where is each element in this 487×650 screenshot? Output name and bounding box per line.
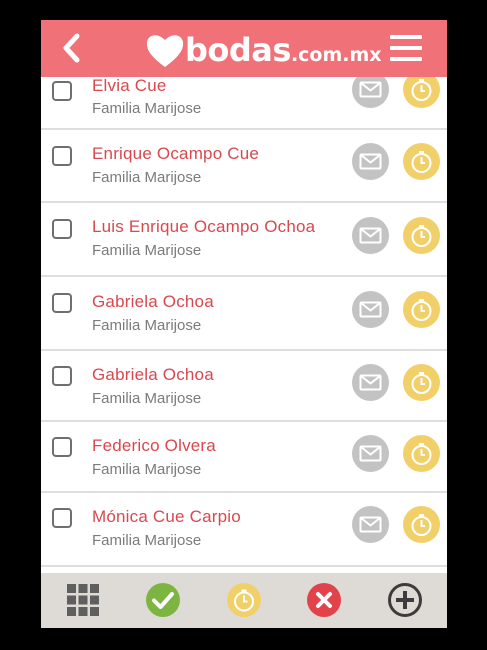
guest-checkbox[interactable] (52, 366, 72, 386)
list-item[interactable]: Luis Enrique Ocampo Ochoa Familia Marijo… (41, 203, 447, 277)
guest-checkbox[interactable] (52, 508, 72, 528)
guest-name[interactable]: Federico Olvera (92, 436, 216, 456)
guest-name[interactable]: Mónica Cue Carpio (92, 507, 241, 527)
bodas-logo: bodas.com.mx (145, 28, 382, 72)
list-item[interactable]: Gabriela Ochoa Familia Marijose (41, 277, 447, 351)
envelope-icon[interactable] (352, 217, 389, 254)
brand-domain: .com.mx (290, 44, 382, 66)
guest-checkbox[interactable] (52, 437, 72, 457)
list-item[interactable]: Mónica Cue Carpio Familia Marijose (41, 493, 447, 567)
guest-name[interactable]: Gabriela Ochoa (92, 292, 214, 312)
list-item[interactable]: Federico Olvera Familia Marijose (41, 422, 447, 493)
guest-group: Familia Marijose (92, 242, 202, 259)
guest-group: Familia Marijose (92, 461, 202, 478)
bottom-toolbar (41, 573, 447, 628)
brand-name: bodas (185, 31, 291, 69)
list-item[interactable]: Enrique Ocampo Cue Familia Marijose (41, 130, 447, 203)
guest-name[interactable]: Gabriela Ochoa (92, 365, 214, 385)
envelope-icon[interactable] (352, 364, 389, 401)
guest-group: Familia Marijose (92, 390, 202, 407)
guest-name[interactable]: Elvia Cue (92, 76, 167, 96)
guest-checkbox[interactable] (52, 81, 72, 101)
stopwatch-icon[interactable] (403, 217, 440, 254)
list-item[interactable]: Gabriela Ochoa Familia Marijose (41, 351, 447, 422)
stopwatch-icon[interactable] (403, 364, 440, 401)
stopwatch-icon[interactable] (403, 435, 440, 472)
guest-group: Familia Marijose (92, 532, 202, 549)
guest-group: Familia Marijose (92, 169, 202, 186)
envelope-icon[interactable] (352, 435, 389, 472)
x-circle-icon[interactable] (306, 582, 342, 618)
guest-checkbox[interactable] (52, 219, 72, 239)
stopwatch-icon[interactable] (403, 506, 440, 543)
heart-icon (146, 35, 184, 67)
chevron-left-icon[interactable] (57, 32, 87, 64)
stopwatch-circle-icon[interactable] (226, 582, 262, 618)
guest-checkbox[interactable] (52, 146, 72, 166)
guest-group: Familia Marijose (92, 100, 202, 117)
plus-circle-icon[interactable] (387, 582, 423, 618)
grid-icon[interactable] (65, 582, 101, 618)
envelope-icon[interactable] (352, 291, 389, 328)
app-screen: Elvia Cue Familia Marijose Enrique Ocamp… (41, 20, 447, 628)
hamburger-menu-icon[interactable] (389, 33, 423, 63)
stopwatch-icon[interactable] (403, 291, 440, 328)
check-circle-icon[interactable] (145, 582, 181, 618)
guest-name[interactable]: Enrique Ocampo Cue (92, 144, 259, 164)
guest-name[interactable]: Luis Enrique Ocampo Ochoa (92, 217, 315, 237)
stopwatch-icon[interactable] (403, 143, 440, 180)
guest-group: Familia Marijose (92, 317, 202, 334)
envelope-icon[interactable] (352, 143, 389, 180)
envelope-icon[interactable] (352, 506, 389, 543)
guest-checkbox[interactable] (52, 293, 72, 313)
app-header: bodas.com.mx (41, 20, 447, 77)
